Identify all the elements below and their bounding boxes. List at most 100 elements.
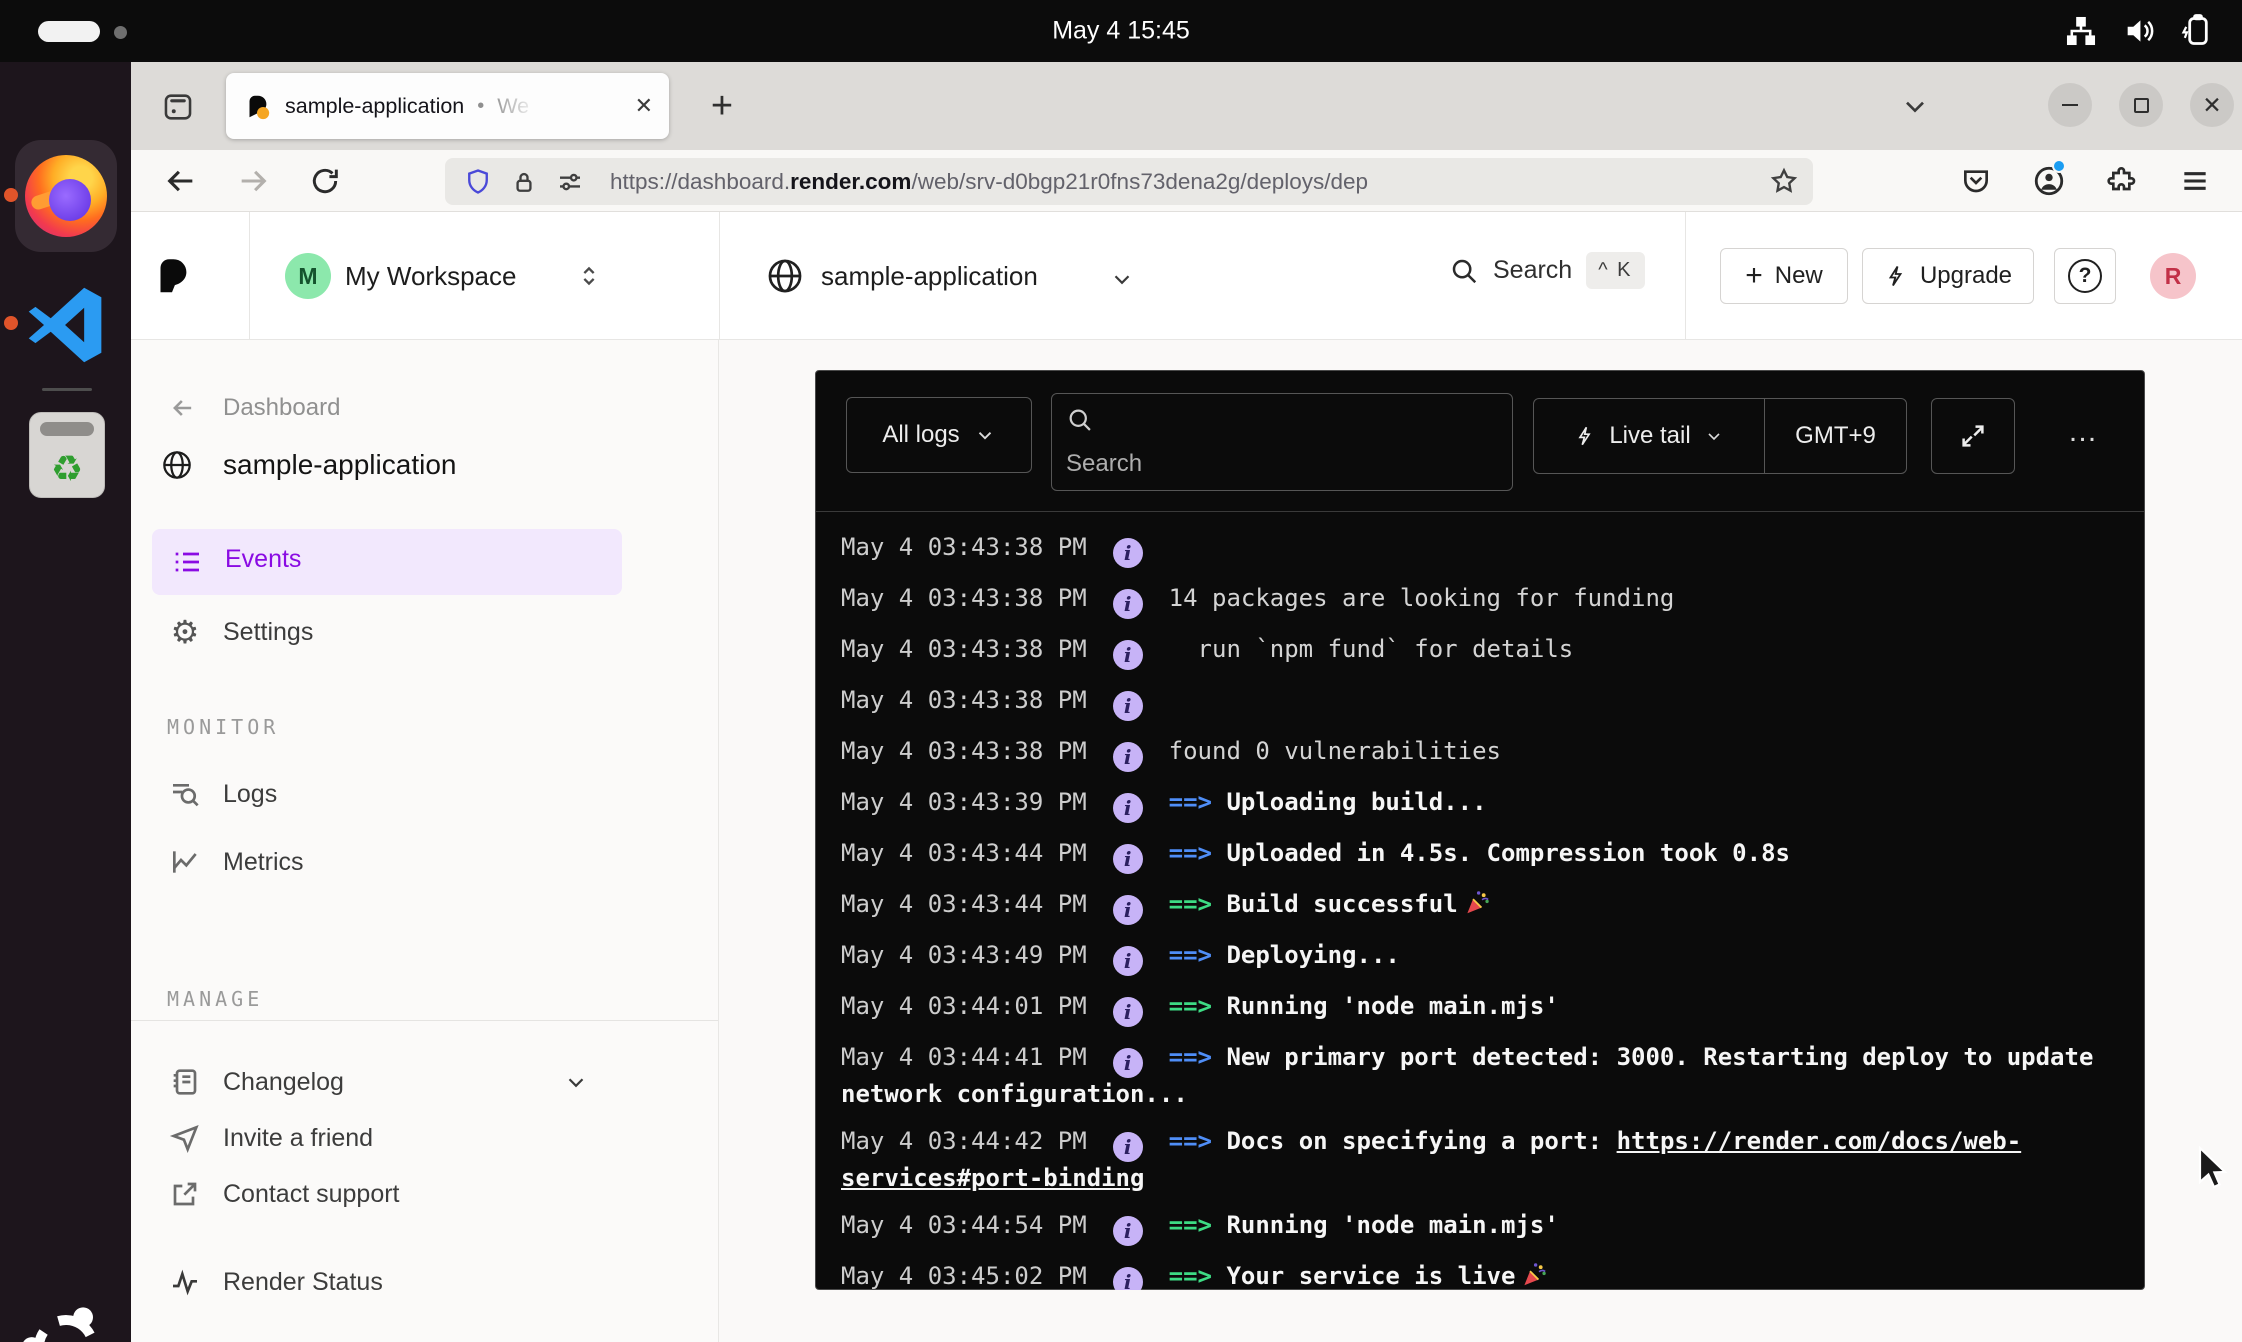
log-arrow: ==> bbox=[1169, 839, 1212, 867]
metrics-chart-icon bbox=[169, 846, 201, 878]
permissions-icon[interactable] bbox=[555, 167, 585, 197]
log-toolbar: All logs Search bbox=[816, 371, 2144, 512]
url-bar[interactable]: https://dashboard.render.com/web/srv-d0b… bbox=[445, 158, 1813, 205]
upgrade-button[interactable]: Upgrade bbox=[1862, 248, 2034, 304]
sidebar-item-events[interactable]: Events bbox=[152, 529, 622, 595]
tab-strip: sample-application • We ✕ + ✕ bbox=[131, 62, 2242, 150]
system-clock[interactable]: May 4 15:45 bbox=[1052, 17, 1190, 46]
info-icon: i bbox=[1113, 691, 1143, 721]
bookmark-star-icon[interactable] bbox=[1769, 166, 1799, 196]
firefox-view-button[interactable] bbox=[157, 86, 199, 128]
log-timestamp: May 4 03:43:38 PM bbox=[841, 584, 1087, 612]
global-search[interactable]: Search ^ K bbox=[1449, 252, 1645, 289]
log-arrow: ==> bbox=[1169, 992, 1212, 1020]
restore-button[interactable] bbox=[2119, 83, 2163, 127]
log-message: run `npm fund` for details bbox=[1169, 635, 1574, 663]
extensions-puzzle-icon[interactable] bbox=[2104, 163, 2140, 199]
log-row: May 4 03:43:44 PMi==> Uploaded in 4.5s. … bbox=[841, 830, 2119, 881]
sidebar-item-contact[interactable]: Contact support bbox=[131, 1174, 718, 1214]
firefox-view-icon bbox=[161, 90, 195, 124]
workspace-dot[interactable] bbox=[114, 26, 127, 39]
new-button[interactable]: + New bbox=[1720, 248, 1848, 304]
help-button[interactable]: ? bbox=[2054, 248, 2116, 304]
changelog-chevron-icon[interactable] bbox=[563, 1069, 589, 1095]
new-tab-button[interactable]: + bbox=[696, 80, 748, 132]
contact-label: Contact support bbox=[223, 1180, 400, 1209]
volume-icon[interactable] bbox=[2122, 14, 2156, 48]
sidebar-service-title[interactable]: sample-application bbox=[131, 445, 718, 485]
log-filter-button[interactable]: All logs bbox=[846, 397, 1032, 473]
sidebar-item-settings[interactable]: ⚙ Settings bbox=[131, 612, 718, 652]
workspace-switcher-icon[interactable] bbox=[575, 262, 603, 290]
lock-icon[interactable] bbox=[510, 168, 538, 196]
pocket-icon[interactable] bbox=[1958, 163, 1994, 199]
info-icon: i bbox=[1113, 1048, 1143, 1078]
log-row: May 4 03:43:38 PMi14 packages are lookin… bbox=[841, 575, 2119, 626]
firefox-dock-item[interactable] bbox=[15, 140, 117, 252]
shield-icon[interactable] bbox=[463, 167, 493, 197]
sidebar-item-logs[interactable]: Logs bbox=[131, 774, 718, 814]
recycle-icon: ♻ bbox=[30, 451, 104, 487]
log-message: ==> Running 'node main.mjs' bbox=[1169, 992, 1559, 1020]
log-arrow: ==> bbox=[1169, 1043, 1212, 1071]
sidebar-item-changelog[interactable]: Changelog bbox=[131, 1062, 718, 1102]
logs-label: Logs bbox=[223, 780, 277, 809]
live-tail-button[interactable]: Live tail bbox=[1534, 399, 1765, 473]
log-message: ==> Your service is live bbox=[1169, 1262, 1549, 1290]
ubuntu-logo[interactable] bbox=[21, 1302, 111, 1342]
log-body[interactable]: May 4 03:43:38 PMiMay 4 03:43:38 PMi14 p… bbox=[816, 513, 2144, 1290]
sidebar-item-render-status[interactable]: Render Status bbox=[131, 1262, 718, 1302]
browser-tab[interactable]: sample-application • We ✕ bbox=[226, 73, 669, 139]
service-selector[interactable]: sample-application bbox=[821, 262, 1038, 290]
vscode-dock-item[interactable] bbox=[24, 282, 108, 368]
tab-list-chevron-icon[interactable] bbox=[1899, 90, 1931, 122]
info-icon: i bbox=[1113, 1216, 1143, 1246]
account-icon[interactable] bbox=[2031, 163, 2067, 199]
close-button[interactable]: ✕ bbox=[2190, 83, 2234, 127]
reload-button[interactable] bbox=[307, 163, 343, 199]
tab-title-suffix: We bbox=[497, 94, 529, 119]
timezone-button[interactable]: GMT+9 bbox=[1765, 422, 1906, 450]
menu-hamburger-icon[interactable] bbox=[2177, 163, 2213, 199]
sidebar-item-invite[interactable]: Invite a friend bbox=[131, 1118, 718, 1158]
firefox-running-dot bbox=[4, 188, 18, 202]
user-avatar[interactable]: R bbox=[2150, 253, 2196, 299]
log-search-placeholder: Search bbox=[1066, 450, 1142, 478]
url-text[interactable]: https://dashboard.render.com/web/srv-d0b… bbox=[610, 169, 1368, 195]
forward-button[interactable] bbox=[235, 163, 271, 199]
info-icon: i bbox=[1113, 844, 1143, 874]
network-icon[interactable] bbox=[2064, 14, 2098, 48]
upgrade-button-label: Upgrade bbox=[1920, 262, 2012, 290]
minimize-button[interactable] bbox=[2048, 83, 2092, 127]
system-tray[interactable] bbox=[2064, 0, 2216, 62]
back-button[interactable] bbox=[163, 163, 199, 199]
log-timestamp: May 4 03:45:02 PM bbox=[841, 1262, 1087, 1290]
more-options-button[interactable]: … bbox=[2054, 415, 2114, 449]
log-row: May 4 03:45:02 PMi==> Your service is li… bbox=[841, 1253, 2119, 1290]
workspace-avatar[interactable]: M bbox=[285, 253, 331, 299]
header-divider bbox=[719, 212, 720, 340]
expand-logs-button[interactable] bbox=[1931, 398, 2015, 474]
chevron-down-icon bbox=[1704, 426, 1724, 446]
trash-dock-item[interactable]: ♻ bbox=[29, 412, 105, 498]
log-panel: All logs Search bbox=[815, 370, 2145, 1290]
service-chevron-icon[interactable] bbox=[1109, 266, 1135, 292]
log-row: May 4 03:44:41 PMi==> New primary port d… bbox=[841, 1034, 2119, 1118]
external-link-icon bbox=[169, 1178, 201, 1210]
info-icon: i bbox=[1113, 997, 1143, 1027]
tab-close-button[interactable]: ✕ bbox=[635, 95, 653, 117]
render-dashboard-page: M My Workspace sample-application bbox=[131, 212, 2242, 1342]
sidebar-item-metrics[interactable]: Metrics bbox=[131, 842, 718, 882]
render-logo[interactable] bbox=[149, 252, 195, 298]
log-search-input[interactable]: Search bbox=[1051, 393, 1513, 491]
restore-icon bbox=[2134, 98, 2149, 113]
url-fade bbox=[1625, 160, 1755, 203]
mouse-cursor bbox=[2196, 1146, 2236, 1190]
globe-icon bbox=[766, 257, 804, 295]
log-row: May 4 03:43:38 PMi bbox=[841, 524, 2119, 575]
workspace-pill[interactable] bbox=[38, 21, 100, 42]
sidebar-back-dashboard[interactable]: Dashboard bbox=[131, 388, 718, 428]
workspace-name[interactable]: My Workspace bbox=[345, 262, 516, 290]
sidebar: Dashboard sample-application Events ⚙ bbox=[131, 340, 719, 1342]
battery-icon[interactable] bbox=[2180, 14, 2216, 48]
